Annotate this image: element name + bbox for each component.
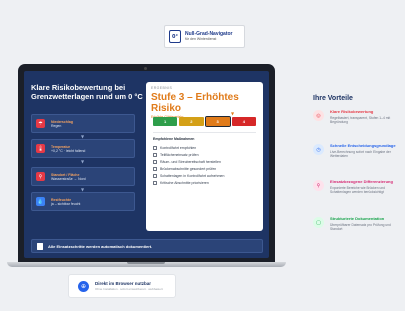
benefit-description: Überprüfbarer Datensatz pro Prüfung und …: [330, 222, 391, 231]
risk-level-4: 4: [231, 117, 256, 126]
benefit-item: ⚲ Einsatzbezogene Differenzierung Exponier…: [313, 179, 403, 194]
target-icon: ◎: [313, 110, 324, 121]
scale-pointer-icon: ▼: [231, 111, 235, 116]
browser-info-card: ⊕ Direkt im Browser nutzbar Ohne Install…: [68, 274, 176, 298]
droplet-icon: 💧: [36, 197, 45, 206]
logo: 0° Null-Grad-Navigator für den Winterdie…: [164, 25, 245, 48]
browser-card-subtitle: Ohne Installation · sofort einsatzbereit…: [95, 287, 163, 291]
result-overline: ERGEBNIS: [151, 86, 173, 90]
input-step-card: 💧 Restfeuchte ja – sichtbar feucht: [31, 192, 135, 211]
risk-level-1: 1: [153, 117, 178, 126]
benefit-title: Klare Risikobewertung: [330, 109, 374, 114]
step-arrow-icon: ▼: [81, 159, 85, 164]
measure-text: Teilflächeneinsatz prüfen: [160, 152, 199, 157]
benefits-title: Ihre Vorteile: [313, 95, 353, 102]
result-card: ERGEBNIS Stufe 3 – Erhöhtes Risiko Erhöh…: [146, 82, 263, 231]
logo-mark-icon: 0°: [169, 30, 181, 43]
browser-card-title: Direkt im Browser nutzbar: [95, 281, 152, 286]
measures-list: Kontrollfahrt empfohlen Teilflächeneinsat…: [153, 144, 258, 186]
step-value: +0,2 °C · leicht fallend: [51, 148, 86, 153]
logo-subtitle: für den Winterdienst: [185, 37, 217, 42]
measure-text: Kontrollfahrt empfohlen: [160, 145, 197, 150]
measure-checkbox[interactable]: [153, 180, 157, 185]
input-step-card: ☂ Niederschlag Regen: [31, 114, 135, 133]
location-icon: ⚲: [36, 172, 45, 181]
benefit-item: ◎ Klare Risikobewertung Regelbasiert, tran…: [313, 109, 403, 124]
laptop-screen-frame: Klare Risikobewertung bei Grenzwetterlag…: [18, 64, 275, 262]
input-step-card: 🌡 Temperatur +0,2 °C · leicht fallend: [31, 139, 135, 158]
measure-checkbox[interactable]: [153, 145, 157, 150]
rain-icon: ☂: [36, 119, 45, 128]
benefit-title: Strukturierte Dokumentation: [330, 216, 385, 221]
step-label: Niederschlag: [51, 119, 73, 124]
measure-item: Brückenabschnitte gesondert prüfen: [153, 165, 258, 172]
measure-item: Schattenlagen in Kontrollfahrt aufnehmen: [153, 172, 258, 179]
benefit-item: ◷ Schnelle Entscheidungsgrundlage Live-Ber…: [313, 143, 403, 158]
risk-level-2: 2: [179, 117, 204, 126]
step-value: ja – sichtbar feucht: [51, 201, 81, 206]
measure-checkbox[interactable]: [153, 173, 157, 178]
measure-text: Kritische Abschnitte priorisieren: [160, 180, 209, 185]
document-icon: ▢: [313, 217, 324, 228]
risk-level-3: 3: [204, 116, 231, 127]
measure-checkbox[interactable]: [153, 166, 157, 171]
globe-icon: ⊕: [78, 280, 89, 292]
input-step-card: ⚲ Standort / Fläche Wasserstraße → Nord: [31, 167, 135, 186]
benefit-item: ▢ Strukturierte Dokumentation Überprüfbare…: [313, 216, 403, 231]
measure-item: Kritische Abschnitte priorisieren: [153, 179, 258, 186]
measure-text: Räum- und Streubereitschaft herstellen: [160, 159, 221, 164]
step-value: Regen: [51, 123, 62, 128]
document-icon: [37, 242, 43, 250]
benefit-title: Einsatzbezogene Differenzierung: [330, 179, 393, 184]
laptop-notch: [127, 262, 165, 264]
documentation-text: Alle Einsatzschritte werden automatisch …: [48, 243, 153, 249]
benefit-description: Exponierte Bereiche wie Brücken und Scha…: [330, 185, 385, 194]
benefit-description: Live-Berechnung sofort nach Eingabe der …: [330, 149, 391, 158]
thermometer-icon: 🌡: [36, 144, 45, 153]
measure-item: Räum- und Streubereitschaft herstellen: [153, 158, 258, 165]
measures-heading: Empfohlene Maßnahmen: [153, 137, 195, 141]
measure-checkbox[interactable]: [153, 152, 157, 157]
measure-text: Schattenlagen in Kontrollfahrt aufnehmen: [160, 173, 225, 178]
benefit-title: Schnelle Entscheidungsgrundlage: [330, 143, 396, 148]
divider: [153, 132, 256, 133]
risk-scale: 1234: [153, 116, 256, 127]
documentation-bar: Alle Einsatzschritte werden automatisch …: [31, 239, 263, 253]
result-title: Stufe 3 – Erhöhtes Risiko: [151, 92, 239, 114]
measure-text: Brückenabschnitte gesondert prüfen: [160, 166, 217, 171]
app-screen: Klare Risikobewertung bei Grenzwetterlag…: [24, 71, 269, 258]
measure-checkbox[interactable]: [153, 159, 157, 164]
step-value: Wasserstraße → Nord: [51, 176, 86, 181]
measure-item: Teilflächeneinsatz prüfen: [153, 151, 258, 158]
screen-headline: Klare Risikobewertung bei Grenzwetterlag…: [31, 83, 143, 101]
benefit-description: Regelbasiert, transparent, Stufen 1–4 mi…: [330, 115, 391, 124]
clock-icon: ◷: [313, 144, 324, 155]
measure-item: Kontrollfahrt empfohlen: [153, 144, 258, 151]
pin-icon: ⚲: [313, 180, 324, 191]
webcam-dot: [144, 67, 147, 70]
